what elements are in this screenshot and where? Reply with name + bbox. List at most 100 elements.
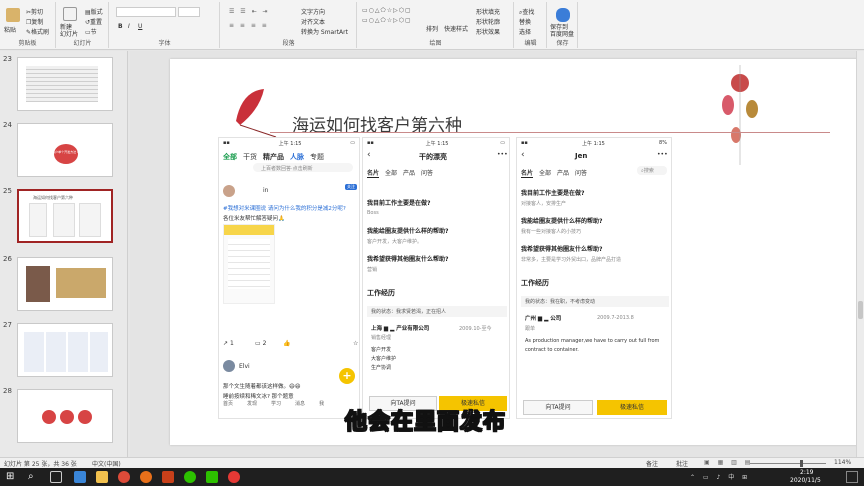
more-icon[interactable]: ••• [657,151,668,158]
avatar[interactable] [223,360,235,372]
follow-button[interactable]: 关注 [345,184,357,190]
shape-effects-button[interactable]: 形状效果 [476,27,500,36]
slide-thumbnail-24[interactable]: 24 原始客户单个开发方法 Part.3 [0,121,128,183]
save-to-baidu-button[interactable]: 保存到 百度网盘 [550,24,574,38]
slide-thumbnail-23[interactable]: 23 [0,55,128,117]
slide-preview-active[interactable]: 海运如何找客户第六种 [17,189,113,243]
zoom-level[interactable]: 114% [834,459,851,466]
bold-button[interactable]: B [118,23,123,30]
wechat-work-icon[interactable] [206,471,218,483]
shape-fill-button[interactable]: 形状填充 [476,7,500,16]
select-button[interactable]: 选择 [519,27,531,36]
view-buttons[interactable]: ▣ ▦ ▥ ▤ [704,459,753,466]
recorder-icon[interactable] [228,471,240,483]
zoom-slider[interactable] [750,463,826,464]
post-image[interactable] [223,224,275,304]
section-button[interactable]: ▭节 [85,27,97,36]
replace-button[interactable]: 替换 [519,17,531,26]
slide-preview[interactable] [17,57,113,111]
post-username[interactable]: in [263,187,268,194]
add-post-button[interactable]: + [339,368,355,384]
new-slide-button[interactable]: 新建 幻灯片 [60,24,78,38]
private-message-button[interactable]: 极速私信 [597,400,667,415]
tab-qa[interactable]: 问答 [421,170,433,177]
format-painter-button[interactable]: ✎格式刷 [26,27,49,36]
comment-count[interactable]: ▭ 2 [255,340,266,347]
reset-button[interactable]: ↺重置 [85,17,102,26]
windows-start-icon[interactable]: ⊞ [6,471,18,483]
system-tray-icons[interactable]: ⌃ ▭ ♪ 中 ⊞ [690,472,750,481]
slide-preview[interactable] [17,323,113,377]
clock-date[interactable]: 2020/11/5 [790,477,821,484]
slide-thumbnail-25[interactable]: 25 海运如何找客户第六种 [0,187,128,249]
thumbs-up-icon[interactable]: 👍 [283,340,290,347]
arrange-button[interactable]: 排列 [426,24,438,33]
firefox-icon[interactable] [140,471,152,483]
back-icon[interactable]: ‹ [367,150,371,160]
language-indicator[interactable]: 中文(中国) [92,459,121,468]
more-icon[interactable]: ••• [497,151,508,158]
bottom-nav-messages[interactable]: 消息 [295,400,305,407]
vertical-scrollbar[interactable] [856,51,864,457]
tab-products[interactable]: 产品 [557,170,569,177]
copy-button[interactable]: ❐复制 [26,17,43,26]
slide-preview[interactable]: 原始客户单个开发方法 Part.3 [17,123,113,177]
smartart-button[interactable]: 转换为 SmartArt [301,27,348,36]
nav-tab[interactable]: 干货 [243,153,257,161]
nav-tab[interactable]: 专题 [310,153,324,161]
align-text-button[interactable]: 对齐文本 [301,17,325,26]
avatar[interactable] [223,185,235,197]
zoom-slider-handle[interactable] [800,460,803,467]
file-explorer-icon[interactable] [96,471,108,483]
nav-tab[interactable]: 人脉 [290,153,304,161]
profile-search-input[interactable]: ⌕搜索 [637,166,667,175]
phone-screenshot-profile-1[interactable]: ▪▪ 上午 1:15 ▭ ‹ 干的漂亮 ••• 名片 全部 产品 问答 我目前工作主要是在… [362,137,510,419]
slide-thumbnail-27[interactable]: 27 [0,321,128,383]
list-icons[interactable]: ☰ ☰ ⇤ ⇥ [229,8,270,15]
powerpoint-icon[interactable] [162,471,174,483]
chrome-icon[interactable] [118,471,130,483]
notes-button[interactable]: 备注 [646,459,658,468]
edge-icon[interactable] [74,471,86,483]
slide-thumbnails-pane[interactable]: 23 24 原始客户单个开发方法 Part.3 25 海运如何找客户第六种 26… [0,51,128,457]
phone-screenshot-profile-2[interactable]: ▪▪ 上午 1:15 8% ‹ Jen ••• 名片 全部 产品 问答 ⌕搜索 我目前工作… [516,137,672,419]
search-icon[interactable]: ⌕ [28,471,40,483]
slide-preview[interactable] [17,257,113,311]
like-count[interactable]: ↗ 1 [223,340,234,347]
shapes-gallery[interactable]: ▭○△⬠☆▷⬡▢ [362,7,412,14]
ask-question-button[interactable]: 向TA提问 [523,400,593,415]
slide-preview[interactable] [17,389,113,443]
phone-screenshot-feed[interactable]: ▪▪ 上午 1:15 ▭ 全部 干货 精产品 人脉 专题 上百者数回答·点击刷新 in 关注… [218,137,360,419]
tab-products[interactable]: 产品 [403,170,415,177]
bottom-nav-discover[interactable]: 发现 [247,400,257,407]
italic-button[interactable]: I [128,23,130,30]
post-username[interactable]: Elvi [239,363,250,370]
cut-button[interactable]: ✂剪切 [26,7,43,16]
star-icon[interactable]: ☆ [353,340,358,347]
bottom-nav-learn[interactable]: 学习 [271,400,281,407]
wechat-icon[interactable] [184,471,196,483]
paste-icon[interactable] [6,8,20,22]
shapes-gallery-row2[interactable]: ▭○△⬠☆▷⬡▢ [362,17,412,24]
notification-center-icon[interactable] [846,471,858,483]
layout-button[interactable]: ▤版式 [85,7,103,16]
clock-time[interactable]: 2:19 [800,469,813,476]
slide-editing-canvas[interactable]: 海运如何找客户第六种 ▪▪ 上午 1:15 ▭ 全部 干货 精产品 人脉 专题 上百者数回答… [130,51,858,457]
shape-outline-button[interactable]: 形状轮廓 [476,17,500,26]
paste-button[interactable]: 粘贴 [4,25,16,34]
tab-all[interactable]: 全部 [539,170,551,177]
nav-tab[interactable]: 全部 [223,153,237,161]
font-family-select[interactable] [116,7,176,17]
bottom-nav-me[interactable]: 我 [319,400,324,407]
font-size-select[interactable] [178,7,200,17]
underline-button[interactable]: U [138,23,142,30]
bottom-nav-home[interactable]: 首页 [223,400,233,407]
tab-qa[interactable]: 问答 [575,170,587,177]
cloud-icon[interactable] [556,8,570,22]
nav-tab[interactable]: 精产品 [263,153,284,161]
align-icons[interactable]: ≡ ≡ ≡ ≡ [229,22,269,29]
task-view-icon[interactable] [50,471,62,483]
slide-thumbnail-26[interactable]: 26 [0,255,128,317]
tab-card[interactable]: 名片 [521,170,534,178]
tab-all[interactable]: 全部 [385,170,397,177]
